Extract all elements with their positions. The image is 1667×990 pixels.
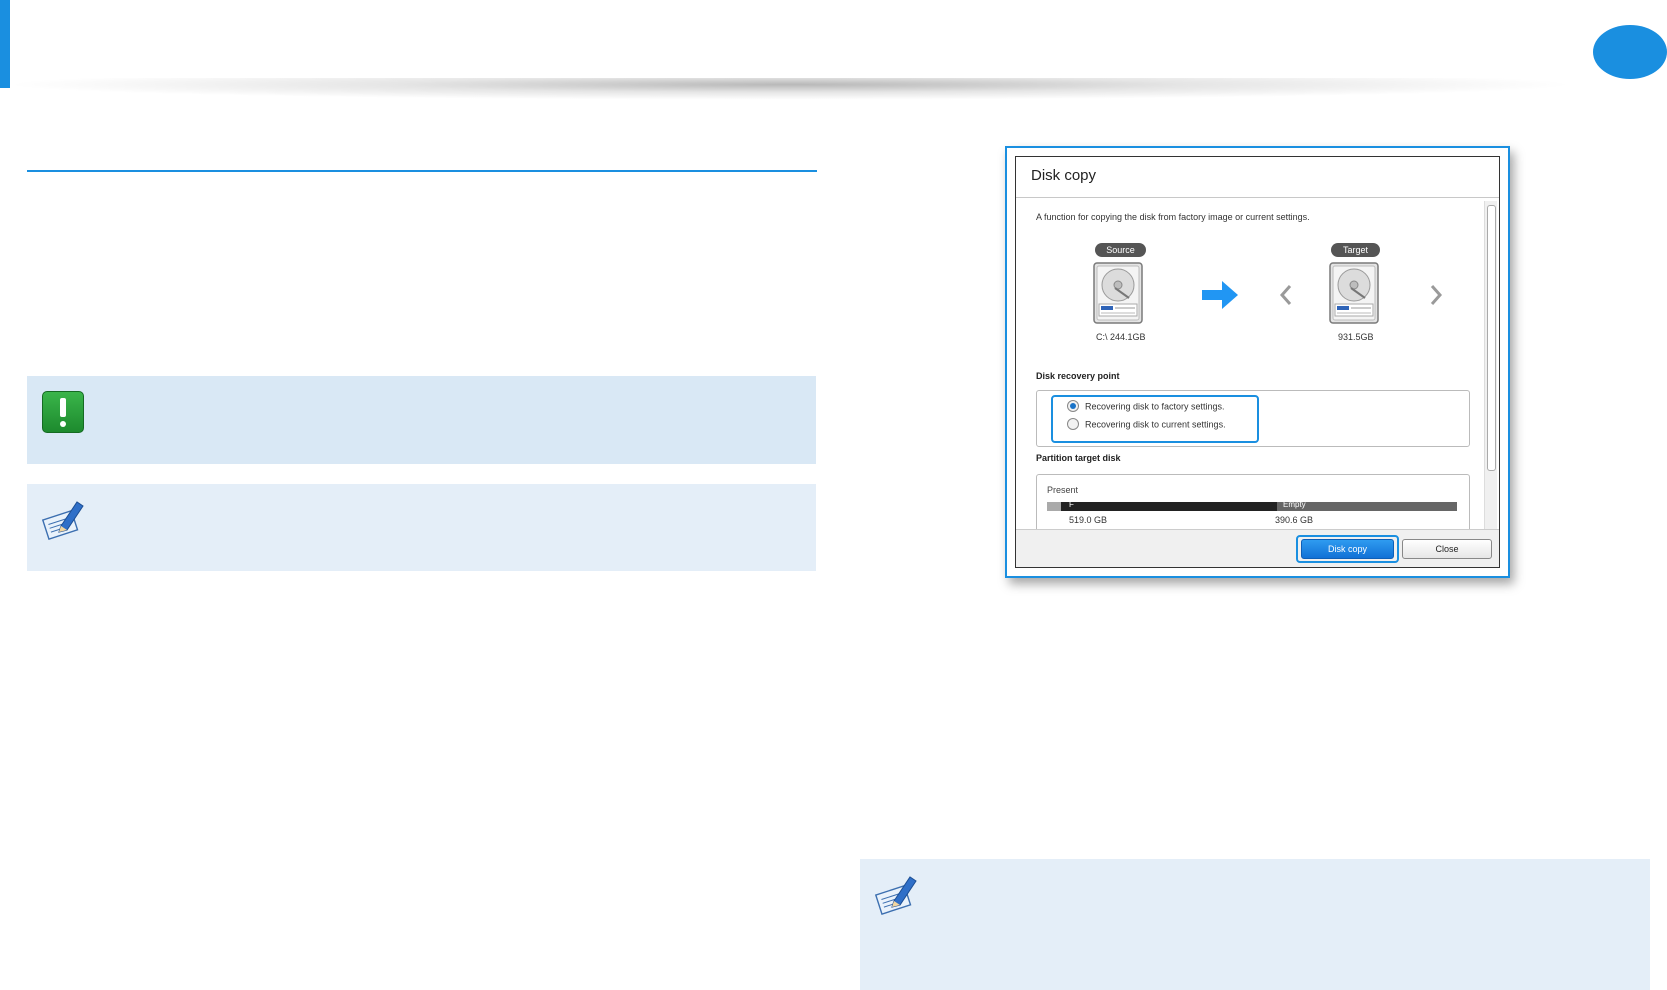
partition-f-label: F (1069, 500, 1074, 509)
radio-label: Recovering disk to current settings. (1085, 419, 1226, 430)
exclamation-icon (42, 391, 84, 433)
disk-copy-dialog: Disk copy A function for copying the dis… (1015, 156, 1500, 568)
page-header-accent-bar (0, 0, 10, 88)
vertical-scrollbar[interactable] (1484, 201, 1497, 529)
target-size-label: 931.5GB (1338, 332, 1374, 342)
note-box-2 (860, 859, 1650, 990)
radio-button-checked[interactable] (1067, 400, 1079, 412)
hard-disk-icon (1093, 262, 1143, 324)
note-box (27, 484, 816, 571)
radio-button-unchecked[interactable] (1067, 418, 1079, 430)
partition-target-label: Partition target disk (1036, 453, 1121, 463)
partition-system-segment (1047, 502, 1061, 511)
dialog-title: Disk copy (1031, 167, 1097, 184)
radio-current-settings[interactable]: Recovering disk to current settings. (1067, 418, 1226, 433)
partition-empty-label: Empty (1283, 500, 1306, 509)
chevron-left-icon[interactable] (1279, 284, 1293, 306)
partition-empty-size: 390.6 GB (1275, 515, 1314, 525)
pencil-note-icon (41, 501, 84, 540)
page-number-circle (1593, 25, 1667, 79)
partition-target-group: Present F Empty 519.0 GB 390.6 GB (1036, 474, 1470, 536)
dialog-footer: Disk copy Close (1016, 529, 1499, 567)
partition-f-size: 519.0 GB (1069, 515, 1108, 525)
pencil-note-icon (874, 876, 917, 915)
section-rule (27, 170, 817, 172)
recovery-point-label: Disk recovery point (1036, 371, 1120, 381)
target-badge: Target (1331, 243, 1380, 257)
close-button[interactable]: Close (1402, 539, 1492, 559)
radio-factory-settings[interactable]: Recovering disk to factory settings. (1067, 400, 1225, 415)
radio-label: Recovering disk to factory settings. (1085, 401, 1225, 412)
arrow-right-icon (1202, 281, 1238, 309)
present-label: Present (1047, 485, 1079, 495)
scrollbar-thumb[interactable] (1487, 205, 1496, 471)
chevron-right-icon[interactable] (1429, 284, 1443, 306)
dialog-description: A function for copying the disk from fac… (1036, 212, 1310, 222)
partition-bar: F Empty (1047, 500, 1457, 511)
source-size-label: C:\ 244.1GB (1096, 332, 1146, 342)
page-header-divider (0, 78, 1580, 100)
hard-disk-icon (1329, 262, 1379, 324)
source-badge: Source (1095, 243, 1146, 257)
recovery-point-group: Recovering disk to factory settings. Rec… (1036, 390, 1470, 447)
partition-f-segment[interactable] (1061, 502, 1277, 511)
disk-copy-button[interactable]: Disk copy (1301, 539, 1394, 559)
dialog-screenshot-frame: Disk copy A function for copying the dis… (1005, 146, 1510, 578)
title-divider (1016, 197, 1499, 198)
caution-box (27, 376, 816, 464)
